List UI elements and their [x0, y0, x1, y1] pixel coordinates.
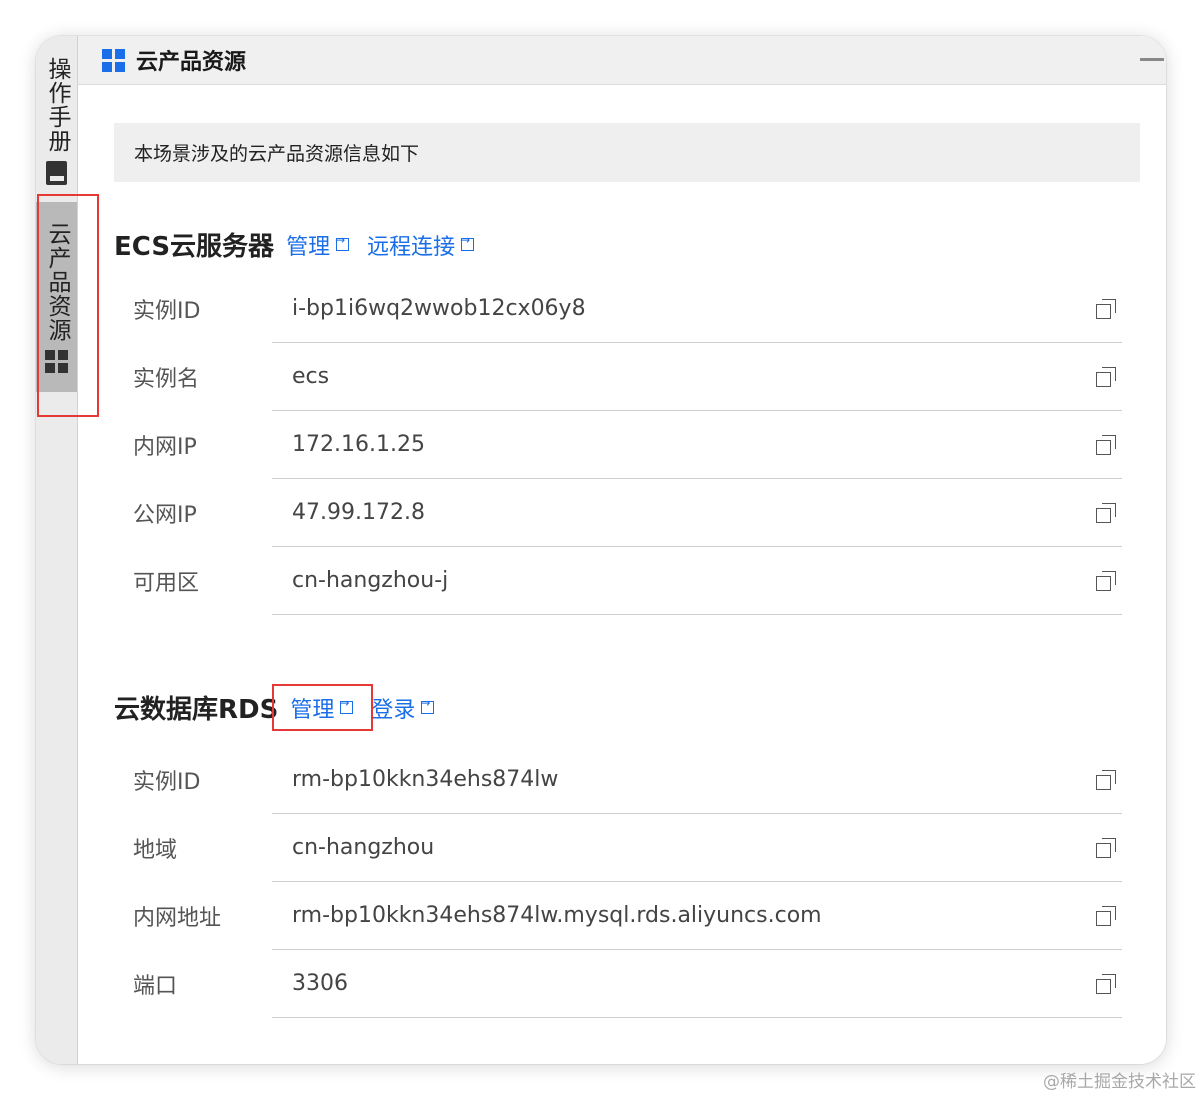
ecs-section-title: ECS云服务器: [114, 232, 275, 262]
external-link-icon: [339, 696, 354, 714]
info-row: 公网IP 47.99.172.8: [133, 479, 1122, 547]
row-value-field: 172.16.1.25: [272, 411, 1122, 479]
tab-operation-manual-label: 操作手册: [44, 57, 70, 153]
panel-title: 云产品资源: [136, 50, 247, 75]
ecs-manage-link[interactable]: 管理: [286, 229, 350, 261]
row-value: rm-bp10kkn34ehs874lw: [292, 767, 559, 792]
rds-login-link-label: 登录: [371, 697, 416, 723]
external-link-icon: [335, 233, 350, 251]
row-label: 公网IP: [133, 503, 197, 528]
row-value: i-bp1i6wq2wwob12cx06y8: [292, 296, 586, 321]
rds-login-link[interactable]: 登录: [371, 692, 435, 724]
rds-manage-link-label: 管理: [290, 697, 335, 723]
info-row: 地域 cn-hangzhou: [133, 814, 1122, 882]
row-value: cn-hangzhou: [292, 835, 435, 860]
rds-info-list: 实例ID rm-bp10kkn34ehs874lw 地域 cn-hangzhou…: [133, 746, 1122, 1018]
ecs-section-header: ECS云服务器 管理 远程连接: [114, 226, 1166, 263]
info-row: 内网IP 172.16.1.25: [133, 411, 1122, 479]
grid-icon: [45, 349, 68, 373]
copy-icon[interactable]: [1096, 837, 1116, 858]
info-row: 可用区 cn-hangzhou-j: [133, 547, 1122, 615]
info-row: 实例名 ecs: [133, 343, 1122, 411]
row-value-field: 47.99.172.8: [272, 479, 1122, 547]
row-value-field: rm-bp10kkn34ehs874lw.mysql.rds.aliyuncs.…: [272, 882, 1122, 950]
copy-icon[interactable]: [1096, 366, 1116, 387]
copy-icon[interactable]: [1096, 434, 1116, 455]
row-value-field: cn-hangzhou: [272, 814, 1122, 882]
row-label: 实例ID: [133, 299, 201, 324]
row-label: 内网地址: [133, 906, 222, 931]
row-value: cn-hangzhou-j: [292, 568, 449, 593]
tab-cloud-resources[interactable]: 云产品资源: [36, 202, 77, 392]
ecs-remote-connect-link-label: 远程连接: [367, 234, 456, 260]
row-label: 实例名: [133, 367, 200, 392]
row-value-field: rm-bp10kkn34ehs874lw: [272, 746, 1122, 814]
watermark: @稀土掘金技术社区: [1043, 1072, 1196, 1092]
tab-cloud-resources-label: 云产品资源: [44, 221, 70, 342]
ecs-info-list: 实例ID i-bp1i6wq2wwob12cx06y8 实例名 ecs 内网IP…: [133, 275, 1122, 615]
row-label: 地域: [133, 838, 178, 863]
row-value: rm-bp10kkn34ehs874lw.mysql.rds.aliyuncs.…: [292, 903, 822, 928]
ecs-remote-connect-link[interactable]: 远程连接: [367, 229, 475, 261]
book-icon: [46, 161, 67, 185]
info-row: 实例ID i-bp1i6wq2wwob12cx06y8: [133, 275, 1122, 343]
rds-manage-link[interactable]: 管理: [290, 692, 354, 724]
notice-banner: 本场景涉及的云产品资源信息如下: [114, 123, 1140, 182]
row-label: 端口: [133, 974, 178, 999]
rds-section-title: 云数据库RDS: [114, 695, 279, 725]
resource-panel-window: 操作手册 云产品资源 云产品资源 本场景涉及的云产品资源信息如下 ECS云服务器…: [36, 36, 1166, 1064]
row-value-field: cn-hangzhou-j: [272, 547, 1122, 615]
external-link-icon: [420, 696, 435, 714]
row-label: 可用区: [133, 571, 200, 596]
copy-icon[interactable]: [1096, 298, 1116, 319]
copy-icon[interactable]: [1096, 769, 1116, 790]
grid-icon: [102, 48, 125, 72]
row-value: 3306: [292, 971, 348, 996]
row-label: 实例ID: [133, 770, 201, 795]
info-row: 端口 3306: [133, 950, 1122, 1018]
tab-operation-manual[interactable]: 操作手册: [36, 36, 77, 196]
info-row: 实例ID rm-bp10kkn34ehs874lw: [133, 746, 1122, 814]
row-value: 47.99.172.8: [292, 500, 425, 525]
row-value: ecs: [292, 364, 330, 389]
copy-icon[interactable]: [1096, 905, 1116, 926]
content-area: 云产品资源 本场景涉及的云产品资源信息如下 ECS云服务器 管理 远程连接 实例…: [78, 36, 1166, 1064]
external-link-icon: [460, 233, 475, 251]
copy-icon[interactable]: [1096, 570, 1116, 591]
panel-header: 云产品资源: [78, 36, 1166, 85]
row-value-field: ecs: [272, 343, 1122, 411]
row-value-field: 3306: [272, 950, 1122, 1018]
row-value: 172.16.1.25: [292, 432, 425, 457]
row-label: 内网IP: [133, 435, 197, 460]
ecs-manage-link-label: 管理: [286, 234, 331, 260]
rds-section-header: 云数据库RDS 管理 登录: [114, 689, 1166, 726]
side-tab-bar: 操作手册 云产品资源: [36, 36, 78, 1064]
minimize-icon[interactable]: [1140, 58, 1164, 61]
copy-icon[interactable]: [1096, 973, 1116, 994]
info-row: 内网地址 rm-bp10kkn34ehs874lw.mysql.rds.aliy…: [133, 882, 1122, 950]
copy-icon[interactable]: [1096, 502, 1116, 523]
row-value-field: i-bp1i6wq2wwob12cx06y8: [272, 275, 1122, 343]
